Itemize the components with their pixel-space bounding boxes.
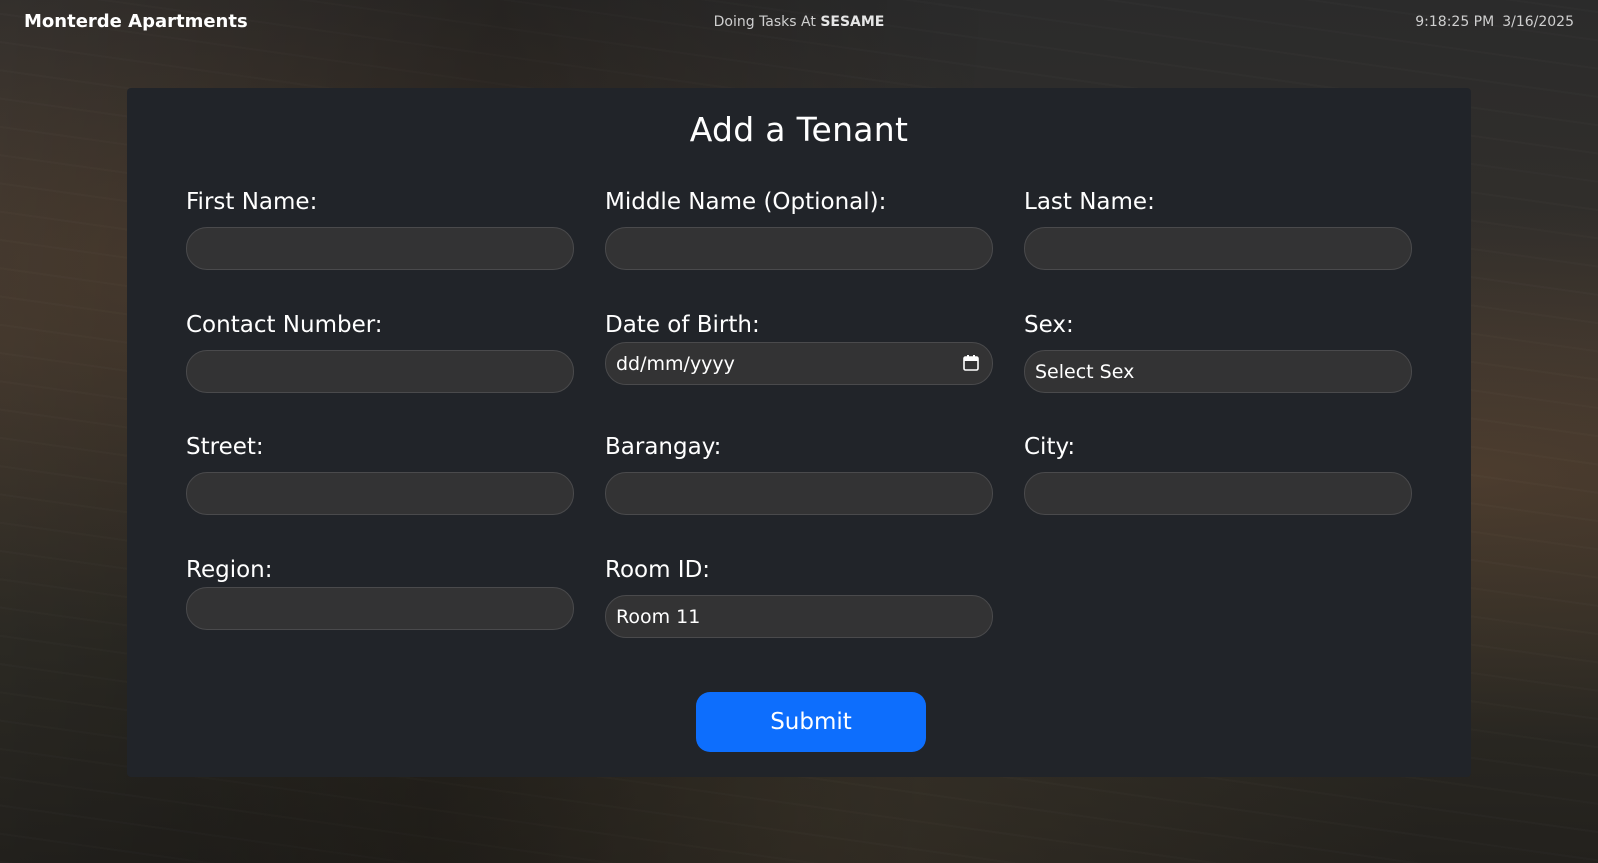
sex-selected-value: Select Sex — [1035, 360, 1135, 383]
last-name-input[interactable] — [1024, 227, 1412, 270]
sex-field: Sex: Select Sex — [1024, 312, 1412, 393]
clock-date: 3/16/2025 — [1502, 14, 1574, 30]
city-label: City: — [1024, 434, 1076, 460]
sex-label: Sex: — [1024, 312, 1074, 338]
city-field: City: — [1024, 434, 1412, 515]
middle-name-input[interactable] — [605, 227, 993, 270]
barangay-field: Barangay: — [605, 434, 993, 515]
room-id-label: Room ID: — [605, 557, 711, 583]
street-input[interactable] — [186, 472, 574, 515]
status-org: SESAME — [820, 14, 885, 30]
region-input[interactable] — [186, 587, 574, 630]
last-name-label: Last Name: — [1024, 189, 1155, 215]
room-id-field: Room ID: Room 11 — [605, 557, 993, 638]
region-field: Region: — [186, 557, 574, 630]
first-name-label: First Name: — [186, 189, 318, 215]
clock-time: 9:18:25 PM — [1415, 14, 1495, 30]
add-tenant-card: Add a Tenant First Name: Middle Name (Op… — [127, 88, 1471, 777]
top-bar: Monterde Apartments Doing Tasks At SESAM… — [0, 0, 1598, 46]
barangay-label: Barangay: — [605, 434, 722, 460]
task-status: Doing Tasks At SESAME — [0, 14, 1598, 30]
form-title: Add a Tenant — [689, 110, 909, 149]
date-of-birth-wrapper: dd/mm/yyyy — [605, 342, 993, 385]
room-id-select[interactable]: Room 11 — [605, 595, 993, 638]
barangay-input[interactable] — [605, 472, 993, 515]
room-id-selected-value: Room 11 — [616, 605, 701, 628]
contact-number-input[interactable] — [186, 350, 574, 393]
region-label: Region: — [186, 557, 273, 583]
street-field: Street: — [186, 434, 574, 515]
middle-name-field: Middle Name (Optional): — [605, 189, 993, 270]
first-name-input[interactable] — [186, 227, 574, 270]
calendar-icon[interactable] — [963, 354, 979, 371]
street-label: Street: — [186, 434, 264, 460]
date-of-birth-label: Date of Birth: — [605, 312, 760, 338]
contact-number-field: Contact Number: — [186, 312, 574, 393]
contact-number-label: Contact Number: — [186, 312, 383, 338]
date-of-birth-placeholder: dd/mm/yyyy — [616, 352, 735, 375]
submit-button[interactable]: Submit — [696, 692, 926, 752]
date-of-birth-field: Date of Birth: dd/mm/yyyy — [605, 312, 993, 385]
status-prefix: Doing Tasks At — [713, 14, 816, 30]
first-name-field: First Name: — [186, 189, 574, 270]
sex-select[interactable]: Select Sex — [1024, 350, 1412, 393]
last-name-field: Last Name: — [1024, 189, 1412, 270]
clock: 9:18:25 PM 3/16/2025 — [1415, 14, 1574, 30]
middle-name-label: Middle Name (Optional): — [605, 189, 887, 215]
city-input[interactable] — [1024, 472, 1412, 515]
date-of-birth-input[interactable]: dd/mm/yyyy — [605, 342, 993, 385]
